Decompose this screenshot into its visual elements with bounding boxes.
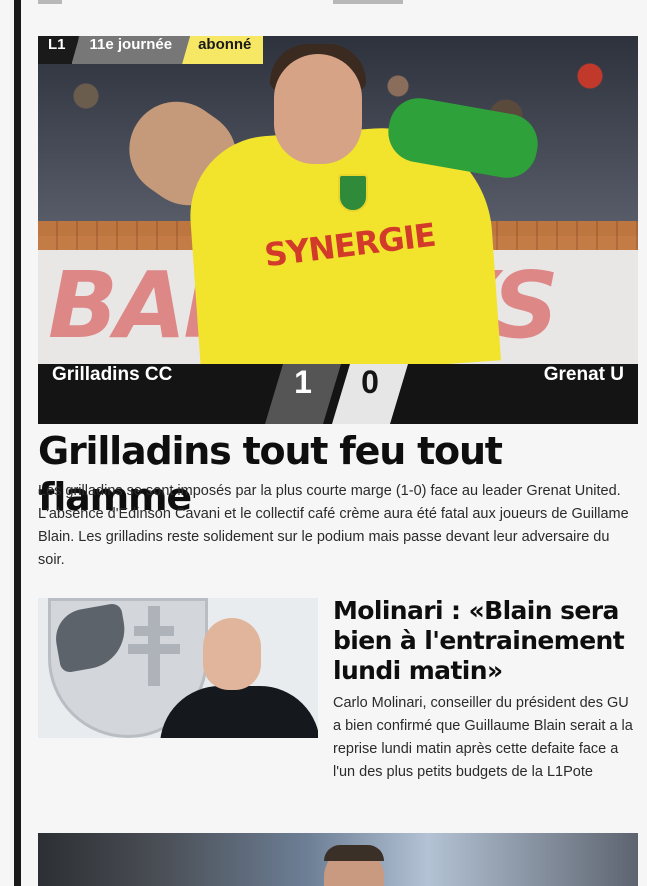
away-team-name: Grenat U (543, 364, 624, 385)
club-crest-icon (338, 174, 368, 212)
left-border-rule (14, 0, 21, 886)
league-tag[interactable]: L1 (38, 36, 78, 64)
previous-article-stub (333, 0, 403, 4)
match-scorebar[interactable]: Grilladins CC 1 0 Grenat U (38, 364, 638, 424)
person-head (203, 618, 261, 690)
article-summary: Carlo Molinari, conseiller du président … (333, 695, 633, 780)
article-summary: Les grilladins se sont imposés par la pl… (38, 483, 629, 568)
article-thumbnail[interactable] (38, 598, 318, 738)
lorraine-cross-bar (128, 644, 180, 654)
next-article-thumbnail[interactable] (38, 833, 638, 886)
article-tags: L1 11e journée abonné (38, 36, 264, 64)
away-score: 0 (332, 364, 408, 424)
person-hair (324, 845, 384, 861)
home-team-name: Grilladins CC (52, 364, 173, 385)
subscriber-tag: abonné (182, 36, 264, 64)
article-title[interactable]: Molinari : «Blain sera bien à l'entraine… (333, 596, 638, 686)
player-head (274, 54, 362, 164)
lorraine-cross-bar (134, 626, 174, 636)
hero-image[interactable]: BARCLAYS SYNERGIE (38, 36, 638, 364)
matchday-tag[interactable]: 11e journée (72, 36, 191, 64)
home-score: 1 (265, 364, 341, 424)
previous-article-stub (38, 0, 62, 4)
